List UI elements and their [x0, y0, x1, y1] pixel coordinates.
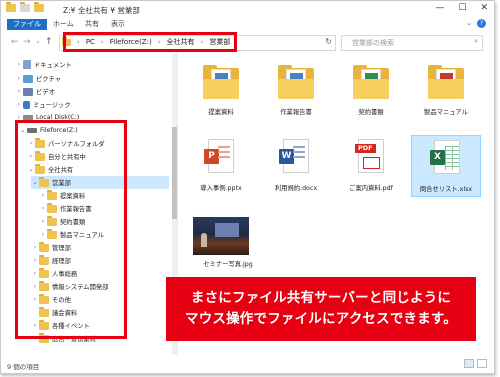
photo-thumbnail: [193, 217, 249, 255]
tab-view[interactable]: 表示: [105, 19, 131, 30]
up-button[interactable]: ↑: [45, 37, 53, 47]
file-item-xlsx[interactable]: X 問合せリスト.xlsx: [411, 135, 481, 197]
tab-home[interactable]: ホーム: [47, 19, 80, 30]
file-item-docx[interactable]: W 利用規約.docx: [261, 135, 331, 197]
powerpoint-icon: P: [204, 139, 234, 173]
file-name: 製品マニュアル: [424, 109, 468, 116]
sidebar-item-documents[interactable]: › ドキュメント: [15, 58, 72, 71]
file-name: 作業報告書: [280, 109, 312, 116]
search-icon: ⌕: [474, 37, 478, 45]
file-name: セミナー写真.jpg: [203, 261, 253, 268]
ribbon: ファイル ホーム 共有 表示 ⌄ ?: [1, 18, 494, 31]
sidebar-item-videos[interactable]: › ビデオ: [15, 85, 55, 98]
document-icon: [23, 60, 31, 69]
ribbon-expand-icon[interactable]: ⌄: [466, 19, 472, 27]
file-name: 利用規約.docx: [274, 185, 318, 192]
file-name: 契約書類: [358, 109, 384, 116]
window-controls: — ☐ ✕: [435, 3, 488, 13]
quick-access-toolbar: [6, 2, 44, 12]
sidebar-item-music[interactable]: › ミュージック: [15, 98, 71, 111]
callout-line-1: まさにファイル共有サーバーと同じように: [190, 290, 452, 306]
recent-locations-dropdown[interactable]: ⌄: [35, 37, 41, 45]
forward-button[interactable]: →: [23, 37, 31, 47]
promo-callout: まさにファイル共有サーバーと同じように マウス操作でファイルにアクセスできます。: [166, 277, 476, 341]
word-icon: W: [279, 139, 309, 173]
new-folder-icon[interactable]: [34, 2, 44, 12]
file-name: 提案資料: [208, 109, 234, 116]
tree-highlight-box: [15, 120, 127, 339]
help-icon[interactable]: ?: [477, 19, 486, 28]
file-name: 導入事例.pptx: [200, 185, 242, 192]
folder-item-contracts[interactable]: 契約書類: [336, 59, 406, 121]
large-icons-view-icon[interactable]: [477, 359, 487, 368]
folder-item-proposals[interactable]: 提案資料: [186, 59, 256, 121]
callout-line-2: マウス操作でファイルにアクセスできます。: [185, 311, 457, 327]
folder-icon: [353, 65, 389, 99]
music-icon: [23, 100, 30, 109]
file-item-pdf[interactable]: PDF ご案内資料.pdf: [336, 135, 406, 197]
file-name: ご案内資料.pdf: [349, 185, 393, 192]
window-title: Z:¥ 全社共有 ¥ 営業部: [63, 6, 140, 15]
search-placeholder: 営業部の検索: [352, 39, 394, 47]
minimize-button[interactable]: —: [435, 3, 444, 13]
sidebar-item-pictures[interactable]: › ピクチャ: [15, 72, 61, 85]
scrollbar-thumb[interactable]: [172, 127, 177, 219]
excel-icon: X: [430, 140, 460, 174]
maximize-button[interactable]: ☐: [458, 3, 466, 13]
folder-item-work-reports[interactable]: 作業報告書: [261, 59, 331, 121]
picture-icon: [23, 74, 33, 83]
tab-file[interactable]: ファイル: [7, 19, 47, 30]
properties-icon[interactable]: [20, 2, 30, 12]
item-count: 9 個の項目: [7, 363, 40, 371]
file-item-jpg[interactable]: セミナー写真.jpg: [191, 211, 265, 273]
title-bar: Z:¥ 全社共有 ¥ 営業部 — ☐ ✕: [1, 1, 494, 18]
folder-icon: [428, 65, 464, 99]
close-button[interactable]: ✕: [480, 3, 488, 13]
pdf-icon: PDF: [355, 139, 384, 173]
file-item-pptx[interactable]: P 導入事例.pptx: [186, 135, 256, 197]
folder-icon: [6, 2, 16, 12]
video-icon: [23, 87, 33, 96]
address-highlight-box: [63, 32, 237, 52]
file-name: 問合せリスト.xlsx: [419, 186, 473, 193]
details-view-icon[interactable]: [464, 359, 474, 368]
folder-icon: [203, 65, 239, 99]
back-button[interactable]: ←: [11, 37, 19, 47]
folder-icon: [278, 65, 314, 99]
folder-item-manuals[interactable]: 製品マニュアル: [411, 59, 481, 121]
status-bar: 9 個の項目: [1, 355, 494, 373]
tab-share[interactable]: 共有: [79, 19, 105, 30]
search-input[interactable]: ⌕ 営業部の検索: [341, 35, 483, 51]
refresh-icon[interactable]: ↻: [325, 37, 332, 46]
